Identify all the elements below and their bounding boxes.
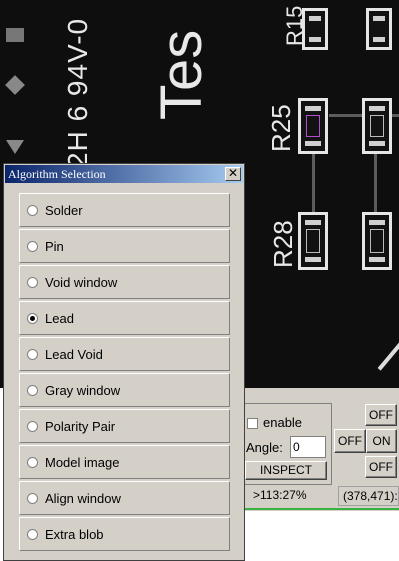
- option-label: Lead Void: [45, 347, 103, 362]
- option-label: Polarity Pair: [45, 419, 116, 434]
- diamond-icon[interactable]: [5, 75, 25, 95]
- pcb-trace: [374, 152, 377, 214]
- algorithm-option-solder[interactable]: Solder: [19, 193, 230, 227]
- option-label: Extra blob: [45, 527, 104, 542]
- close-icon[interactable]: ✕: [225, 167, 241, 181]
- on-button[interactable]: ON: [366, 429, 397, 453]
- dialog-title: Algorithm Selection: [8, 167, 106, 181]
- algorithm-option-align-window[interactable]: Align window: [19, 481, 230, 515]
- algorithm-option-model-image[interactable]: Model image: [19, 445, 230, 479]
- option-label: Gray window: [45, 383, 121, 398]
- component-r28-right[interactable]: [362, 212, 392, 270]
- component-r28[interactable]: [298, 212, 328, 270]
- option-label: Solder: [45, 203, 83, 218]
- off-bottom-button[interactable]: OFF: [365, 456, 397, 478]
- ref-r25-label: R25: [266, 104, 296, 152]
- option-label: Align window: [45, 491, 121, 506]
- algorithm-option-gray-window[interactable]: Gray window: [19, 373, 230, 407]
- off-left-button[interactable]: OFF: [334, 429, 366, 453]
- option-label: Model image: [45, 455, 120, 470]
- algorithm-option-pin[interactable]: Pin: [19, 229, 230, 263]
- radio-button[interactable]: [27, 241, 38, 252]
- coordinate-status: (378,471):: [338, 486, 399, 506]
- inspect-button[interactable]: INSPECT: [245, 461, 327, 480]
- algorithm-selection-dialog: Algorithm Selection ✕ Solder Pin Void wind…: [3, 163, 245, 561]
- camera-icon[interactable]: [6, 28, 24, 42]
- angle-label: Angle:: [246, 440, 283, 455]
- radio-button[interactable]: [27, 457, 38, 468]
- zoom-status: >113:27%: [243, 486, 335, 506]
- component-r25-right[interactable]: [362, 98, 392, 154]
- algorithm-option-extra-blob[interactable]: Extra blob: [19, 517, 230, 551]
- radio-button[interactable]: [27, 385, 38, 396]
- option-label: Pin: [45, 239, 64, 254]
- component-r15-right[interactable]: [366, 8, 392, 50]
- component-r25-selected[interactable]: [298, 98, 328, 154]
- algorithm-option-polarity-pair[interactable]: Polarity Pair: [19, 409, 230, 443]
- angle-input[interactable]: 0: [290, 436, 326, 458]
- ref-r28-label: R28: [268, 220, 298, 268]
- component-r15[interactable]: [302, 8, 328, 50]
- radio-button[interactable]: [27, 277, 38, 288]
- green-divider: [243, 508, 399, 510]
- option-label: Void window: [45, 275, 118, 290]
- silkscreen-arrow: [377, 337, 399, 371]
- enable-checkbox[interactable]: [247, 418, 258, 429]
- radio-button[interactable]: [27, 421, 38, 432]
- off-top-button[interactable]: OFF: [365, 404, 397, 426]
- enable-label: enable: [263, 415, 303, 430]
- algorithm-option-void-window[interactable]: Void window: [19, 265, 230, 299]
- silkscreen-board-label: 2H 6 94V-0: [62, 17, 93, 168]
- pcb-trace: [329, 114, 365, 117]
- radio-button[interactable]: [27, 349, 38, 360]
- algorithm-option-lead[interactable]: Lead: [19, 301, 230, 335]
- radio-button[interactable]: [27, 205, 38, 216]
- triangle-down-icon[interactable]: [6, 140, 24, 154]
- option-label: Lead: [45, 311, 74, 326]
- dialog-title-bar[interactable]: Algorithm Selection ✕: [5, 165, 243, 183]
- silkscreen-test-text: Tes: [149, 29, 214, 120]
- radio-button[interactable]: [27, 529, 38, 540]
- radio-button[interactable]: [27, 493, 38, 504]
- algorithm-option-list: Solder Pin Void window Lead Lead Void Gray wi…: [19, 193, 230, 553]
- algorithm-option-lead-void[interactable]: Lead Void: [19, 337, 230, 371]
- radio-button[interactable]: [27, 313, 38, 324]
- pcb-trace: [312, 152, 315, 214]
